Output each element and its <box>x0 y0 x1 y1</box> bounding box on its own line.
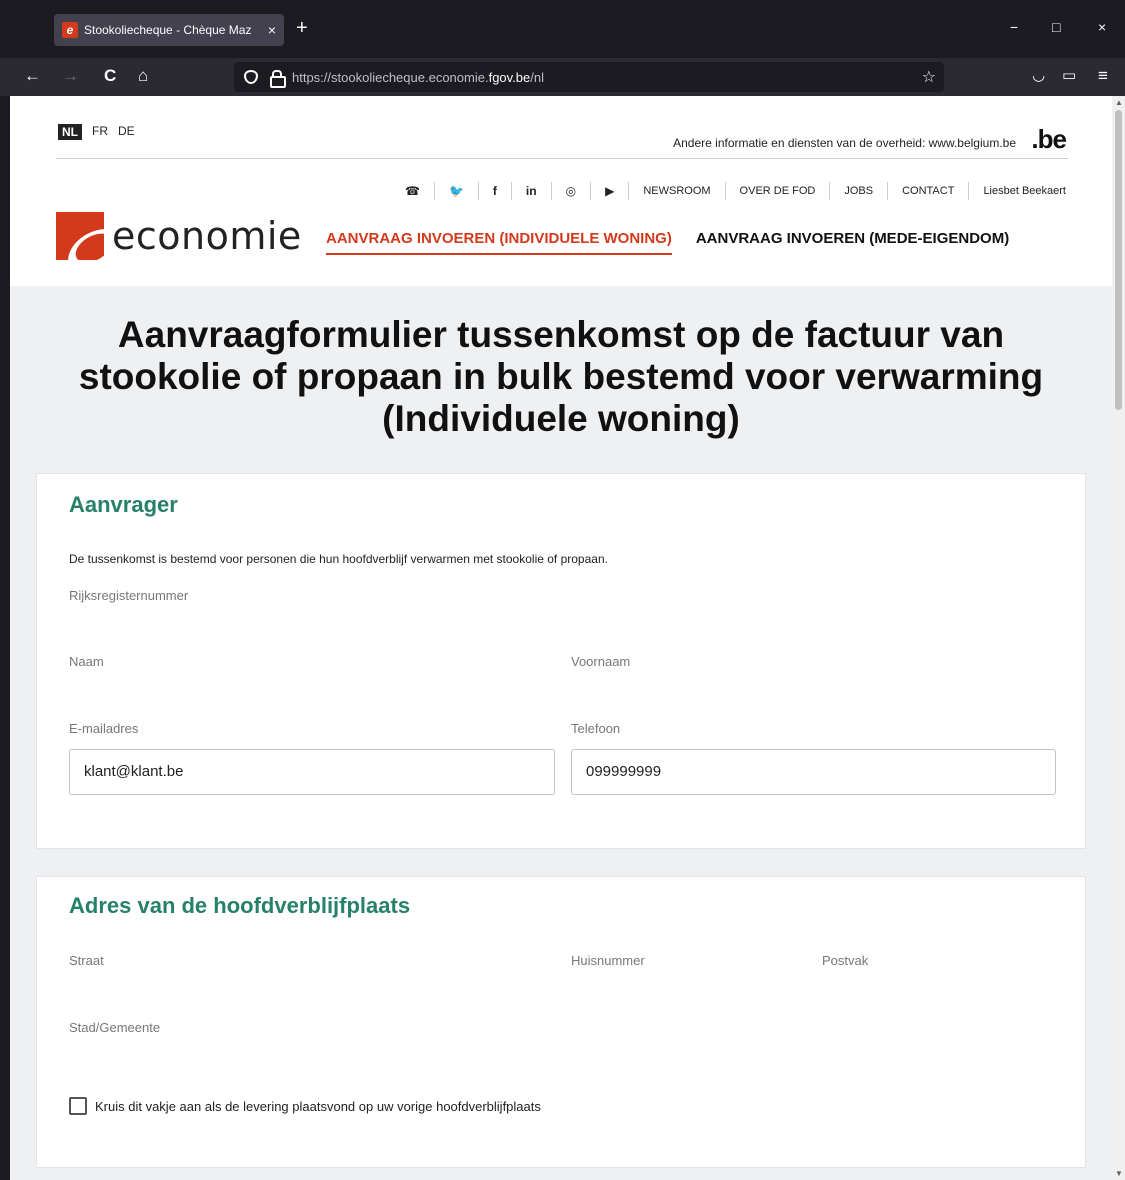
lock-icon[interactable] <box>270 70 286 88</box>
page-scrollbar[interactable]: ▲ ▼ <box>1112 96 1125 1180</box>
tab-close-icon[interactable]: × <box>268 22 276 38</box>
gov-info-link[interactable]: Andere informatie en diensten van de ove… <box>673 136 1016 150</box>
maximize-icon[interactable]: □ <box>1052 20 1060 34</box>
previous-address-checkbox[interactable] <box>69 1097 87 1115</box>
email-field[interactable]: klant@klant.be <box>69 749 555 795</box>
site-header: NL FR DE Andere informatie en diensten v… <box>10 96 1112 286</box>
over-de-fod-link[interactable]: OVER DE FOD <box>724 182 830 200</box>
facebook-icon[interactable]: f <box>477 182 511 200</box>
url-text: https://stookoliecheque.economie.fgov.be… <box>292 69 544 85</box>
address-card: Adres van de hoofdverblijfplaats Straat … <box>36 876 1086 1168</box>
tab-title: Stookoliecheque - Chèque Maz <box>84 23 252 37</box>
reader-view-icon[interactable]: ▭ <box>1062 66 1076 86</box>
nav-individual-dwelling[interactable]: AANVRAAG INVOEREN (INDIVIDUELE WONING) <box>326 230 672 255</box>
street-label: Straat <box>69 953 104 968</box>
home-icon[interactable]: ⌂ <box>138 66 148 86</box>
url-bar[interactable]: https://stookoliecheque.economie.fgov.be… <box>234 62 944 92</box>
city-label: Stad/Gemeente <box>69 1020 161 1035</box>
scrollbar-thumb[interactable] <box>1115 110 1122 410</box>
youtube-icon[interactable]: ▶ <box>590 182 628 200</box>
national-id-label: Rijksregisternummer <box>69 588 189 603</box>
phone-label: Telefoon <box>571 721 621 736</box>
economie-favicon-icon: e <box>62 22 78 38</box>
new-tab-icon[interactable]: + <box>296 18 308 38</box>
page-title: Aanvraagformulier tussenkomst op de fact… <box>78 314 1044 439</box>
box-label: Postvak <box>822 953 869 968</box>
nav-co-ownership[interactable]: AANVRAAG INVOEREN (MEDE-EIGENDOM) <box>696 230 1009 255</box>
app-menu-icon[interactable]: ≡ <box>1098 66 1108 86</box>
back-icon[interactable]: ← <box>24 66 41 86</box>
lang-de[interactable]: DE <box>118 124 135 140</box>
previous-address-checkbox-row[interactable]: Kruis dit vakje aan als de levering plaa… <box>69 1097 541 1115</box>
scroll-down-icon[interactable]: ▼ <box>1115 1169 1123 1178</box>
tracking-shield-icon[interactable] <box>244 70 258 84</box>
house-number-label: Huisnummer <box>571 953 645 968</box>
economie-logo-icon <box>56 212 104 260</box>
minimize-icon[interactable]: − <box>1010 20 1018 34</box>
browser-navbar: ← → C ⌂ https://stookoliecheque.economie… <box>0 58 1125 96</box>
pocket-icon[interactable]: ◡ <box>1032 66 1045 86</box>
newsroom-link[interactable]: NEWSROOM <box>628 182 724 200</box>
browser-tabbar: e Stookoliecheque - Chèque Maz × + − □ × <box>0 0 1125 58</box>
phone-field[interactable]: 099999999 <box>571 749 1056 795</box>
forward-icon[interactable]: → <box>62 66 79 86</box>
lang-nl[interactable]: NL <box>58 124 82 140</box>
twitter-icon[interactable]: 🐦 <box>433 182 478 200</box>
contact-link[interactable]: CONTACT <box>887 182 968 200</box>
previous-address-checkbox-label: Kruis dit vakje aan als de levering plaa… <box>95 1098 541 1114</box>
instagram-icon[interactable]: ◎ <box>550 182 590 200</box>
applicant-card: Aanvrager De tussenkomst is bestemd voor… <box>36 473 1086 849</box>
top-links-bar: ☎ 🐦 f in ◎ ▶ NEWSROOM OVER DE FOD JOBS C… <box>391 182 1066 200</box>
phone-icon[interactable]: ☎ <box>391 182 434 200</box>
page-viewport: NL FR DE Andere informatie en diensten v… <box>10 96 1112 1180</box>
reload-icon[interactable]: C <box>104 66 116 86</box>
economie-logo[interactable]: economie <box>56 212 302 260</box>
address-heading: Adres van de hoofdverblijfplaats <box>69 893 411 918</box>
language-switcher: NL FR DE <box>58 124 135 140</box>
main-nav: AANVRAAG INVOEREN (INDIVIDUELE WONING) A… <box>326 230 1009 255</box>
last-name-label: Naam <box>69 654 104 669</box>
logo-text: economie <box>112 214 302 258</box>
applicant-heading: Aanvrager <box>69 492 178 517</box>
scroll-up-icon[interactable]: ▲ <box>1115 98 1123 107</box>
window-close-icon[interactable]: × <box>1098 20 1106 34</box>
first-name-label: Voornaam <box>571 654 631 669</box>
jobs-link[interactable]: JOBS <box>829 182 887 200</box>
linkedin-icon[interactable]: in <box>510 182 551 200</box>
email-label: E-mailadres <box>69 721 139 736</box>
header-divider <box>56 158 1068 159</box>
browser-tab[interactable]: e Stookoliecheque - Chèque Maz × <box>54 14 284 46</box>
applicant-intro: De tussenkomst is bestemd voor personen … <box>69 552 608 566</box>
lang-fr[interactable]: FR <box>92 124 108 140</box>
user-name-link[interactable]: Liesbet Beekaert <box>968 182 1066 200</box>
bookmark-star-icon[interactable]: ☆ <box>922 67 936 87</box>
belgium-be-logo[interactable]: .be <box>1031 124 1067 155</box>
